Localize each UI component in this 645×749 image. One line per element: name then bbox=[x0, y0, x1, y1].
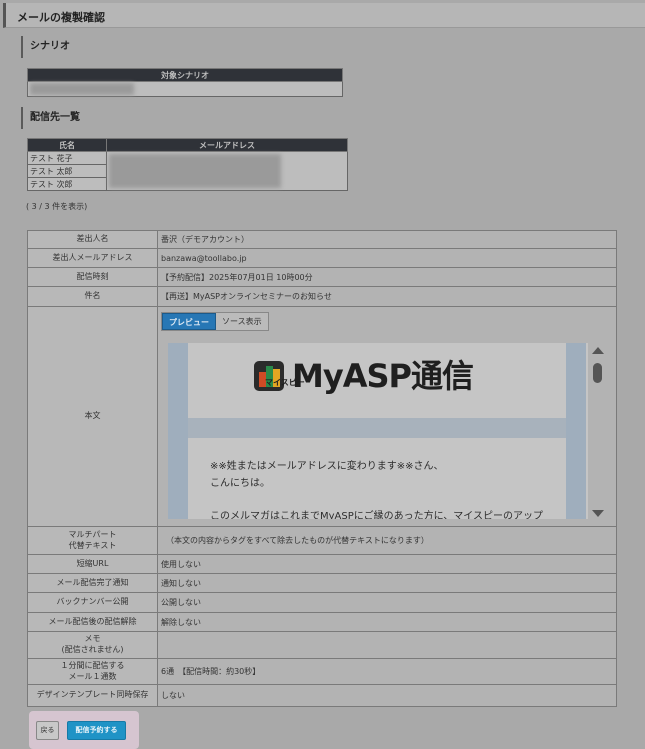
detail-value: 【予約配信】2025年07月01日 10時00分 bbox=[157, 267, 617, 287]
body-preview-cell: プレビュー ソース表示 MyASP通信 マイスピー ※※姓またはメールアドレスに… bbox=[157, 306, 617, 527]
detail-row-unsubscribe: メール配信後の配信解除 解除しない bbox=[27, 612, 617, 632]
email-line: このメルマガはこれまでMyASPにご縁のあった方に、マイスピーのアップ bbox=[210, 511, 543, 519]
page-title: メールの複製確認 bbox=[17, 11, 105, 24]
frame-side-bar bbox=[168, 343, 188, 519]
email-body-text: ※※姓またはメールアドレスに変わります※※さん、 こんにちは。 このメルマガはこ… bbox=[210, 458, 543, 519]
page-header: メールの複製確認 bbox=[3, 3, 645, 28]
scenario-table: 対象シナリオ bbox=[27, 68, 343, 97]
detail-label: 短縮URL bbox=[27, 554, 158, 574]
detail-row-backnumber: バックナンバー公開 公開しない bbox=[27, 592, 617, 613]
detail-label: 本文 bbox=[27, 306, 158, 527]
detail-value: 公開しない bbox=[157, 592, 617, 613]
detail-row-memo: メモ (配信されません) bbox=[27, 631, 617, 659]
detail-label: 差出人メールアドレス bbox=[27, 248, 158, 268]
mail-detail-table: 差出人名 番沢（デモアカウント） 差出人メールアドレス banzawa@tool… bbox=[27, 230, 617, 707]
detail-row-completion-notice: メール配信完了通知 通知しない bbox=[27, 573, 617, 593]
detail-value: 解除しない bbox=[157, 612, 617, 632]
email-column-header: メールアドレス bbox=[106, 138, 348, 152]
detail-row-template-save: デザインテンプレート同時保存 しない bbox=[27, 684, 617, 707]
detail-label: 差出人名 bbox=[27, 230, 158, 249]
header-band bbox=[188, 418, 566, 438]
detail-label-line: １分間に配信する bbox=[60, 660, 125, 670]
detail-label-line: (配信されません) bbox=[61, 645, 124, 654]
email-preview-frame[interactable]: MyASP通信 マイスピー ※※姓またはメールアドレスに変わります※※さん、 こ… bbox=[168, 343, 588, 519]
detail-label: デザインテンプレート同時保存 bbox=[27, 684, 158, 707]
recipient-name: テスト 花子 bbox=[27, 151, 107, 165]
recipient-name: テスト 太郎 bbox=[27, 164, 107, 178]
detail-label: １分間に配信する メール１通数 bbox=[27, 658, 158, 685]
detail-label-line: メール１通数 bbox=[68, 671, 117, 681]
detail-value bbox=[157, 631, 617, 659]
tab-source[interactable]: ソース表示 bbox=[216, 313, 268, 330]
detail-value: 通知しない bbox=[157, 573, 617, 593]
detail-row-send-time: 配信時刻 【予約配信】2025年07月01日 10時00分 bbox=[27, 267, 617, 287]
email-line: こんにちは。 bbox=[210, 478, 270, 489]
detail-row-sender-name: 差出人名 番沢（デモアカウント） bbox=[27, 230, 617, 249]
detail-value: 使用しない bbox=[157, 554, 617, 574]
redacted-email-list bbox=[109, 154, 281, 188]
detail-label-line: マルチパート bbox=[68, 529, 117, 539]
detail-label-line: メモ bbox=[84, 634, 101, 644]
detail-value: （本文の内容からタグをすべて除去したものが代替テキストになります） bbox=[157, 526, 617, 555]
logo-subtext: マイスピー bbox=[265, 378, 305, 387]
detail-label: 配信時刻 bbox=[27, 267, 158, 287]
scroll-up-icon[interactable] bbox=[592, 347, 604, 354]
detail-value: banzawa@toollabo.jp bbox=[157, 248, 617, 268]
scroll-thumb[interactable] bbox=[593, 363, 602, 383]
body-preview: プレビュー ソース表示 MyASP通信 マイスピー ※※姓またはメールアドレスに… bbox=[158, 307, 616, 526]
redacted-email-cell bbox=[106, 151, 348, 191]
detail-row-sender-email: 差出人メールアドレス banzawa@toollabo.jp bbox=[27, 248, 617, 268]
recipients-table: 氏名 メールアドレス テスト 花子 テスト 太郎 テスト 次郎 bbox=[27, 138, 348, 191]
detail-label: バックナンバー公開 bbox=[27, 592, 158, 613]
detail-value: 番沢（デモアカウント） bbox=[157, 230, 617, 249]
action-area: 戻る 配信予約する bbox=[29, 711, 139, 749]
scroll-down-icon[interactable] bbox=[592, 510, 604, 517]
detail-label: メモ (配信されません) bbox=[27, 631, 158, 659]
scenario-cell bbox=[27, 81, 343, 97]
preview-tabs: プレビュー ソース表示 bbox=[161, 312, 269, 331]
detail-row-body: 本文 プレビュー ソース表示 MyASP通信 マイスピー ※※姓またはメールアド… bbox=[27, 306, 617, 527]
detail-row-rate: １分間に配信する メール１通数 6通 【配信時間：約30秒】 bbox=[27, 658, 617, 685]
detail-row-subject: 件名 【再送】MyASPオンラインセミナーのお知らせ bbox=[27, 286, 617, 307]
detail-row-multipart: マルチパート 代替テキスト （本文の内容からタグをすべて除去したものが代替テキス… bbox=[27, 526, 617, 555]
redacted-scenario-name bbox=[30, 83, 134, 95]
back-button[interactable]: 戻る bbox=[36, 721, 59, 740]
preview-scrollbar[interactable] bbox=[590, 343, 606, 519]
detail-label: マルチパート 代替テキスト bbox=[27, 526, 158, 555]
frame-side-bar bbox=[566, 343, 586, 519]
logo-text: MyASP通信 bbox=[292, 357, 474, 395]
scenario-section-title: シナリオ bbox=[21, 36, 70, 58]
detail-label: 件名 bbox=[27, 286, 158, 307]
tab-preview[interactable]: プレビュー bbox=[162, 313, 216, 330]
detail-value: 6通 【配信時間：約30秒】 bbox=[157, 658, 617, 685]
scenario-column-header: 対象シナリオ bbox=[27, 68, 343, 82]
detail-value: 【再送】MyASPオンラインセミナーのお知らせ bbox=[157, 286, 617, 307]
detail-label-line: 代替テキスト bbox=[68, 540, 117, 550]
name-column-header: 氏名 bbox=[27, 138, 107, 152]
recipients-section-title: 配信先一覧 bbox=[21, 107, 80, 129]
detail-value: しない bbox=[157, 684, 617, 707]
email-line: ※※姓またはメールアドレスに変わります※※さん、 bbox=[210, 461, 444, 472]
schedule-send-button[interactable]: 配信予約する bbox=[67, 721, 126, 740]
detail-label: メール配信後の配信解除 bbox=[27, 612, 158, 632]
detail-row-short-url: 短縮URL 使用しない bbox=[27, 554, 617, 574]
detail-label: メール配信完了通知 bbox=[27, 573, 158, 593]
table-row: テスト 花子 bbox=[27, 151, 348, 191]
recipient-count: ( 3 / 3 件を表示) bbox=[26, 202, 88, 211]
recipient-name: テスト 次郎 bbox=[27, 177, 107, 191]
